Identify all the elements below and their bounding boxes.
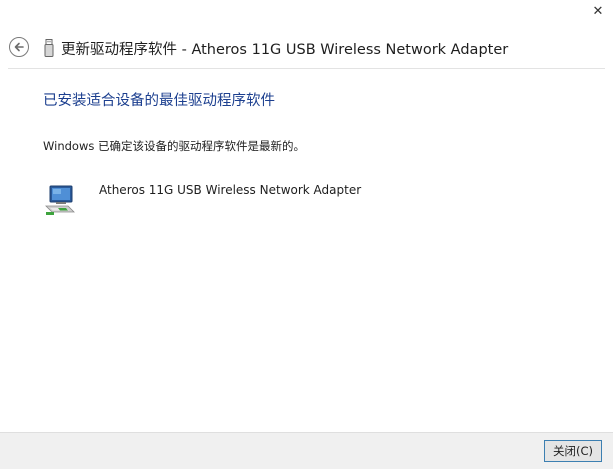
- usb-device-icon: [44, 39, 54, 57]
- back-arrow-icon: [14, 42, 24, 52]
- update-driver-dialog: ✕ 更新驱动程序软件 - Atheros 11G USB Wireless Ne…: [0, 0, 613, 469]
- header-divider: [8, 68, 605, 69]
- dialog-header: 更新驱动程序软件 - Atheros 11G USB Wireless Netw…: [0, 30, 613, 66]
- dialog-title: 更新驱动程序软件 - Atheros 11G USB Wireless Netw…: [61, 42, 509, 58]
- back-button[interactable]: [9, 37, 29, 57]
- network-adapter-icon: [45, 185, 75, 215]
- close-icon: ✕: [592, 3, 604, 19]
- window-close-button[interactable]: ✕: [583, 0, 613, 22]
- device-name: Atheros 11G USB Wireless Network Adapter: [99, 183, 362, 197]
- status-message: Windows 已确定该设备的驱动程序软件是最新的。: [43, 139, 305, 153]
- close-button[interactable]: 关闭(C): [544, 440, 602, 462]
- result-heading: 已安装适合设备的最佳驱动程序软件: [43, 93, 275, 109]
- dialog-footer: 关闭(C): [0, 432, 613, 469]
